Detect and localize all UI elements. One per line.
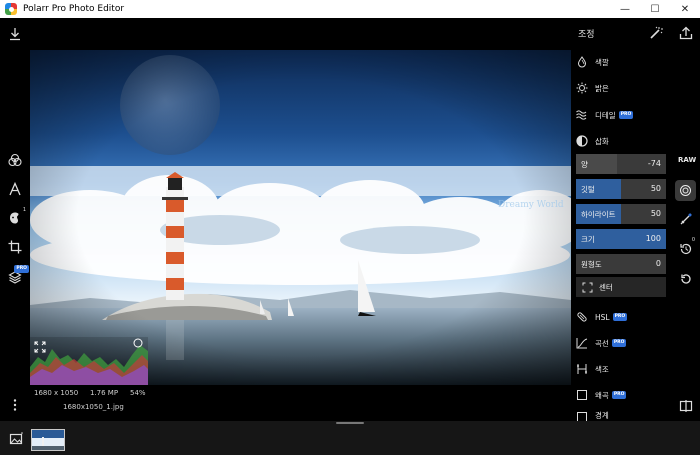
watermark-text: Dreamy World [498,200,564,210]
section-toning-label: 색조 [595,364,609,374]
slider-roundness-value: 0 [655,259,661,268]
section-light[interactable]: 밝은 [575,79,667,97]
center-button-label: 센터 [599,282,613,292]
history-badge: 0 [691,237,695,243]
app-logo-icon [5,3,17,15]
filmstrip [0,421,700,455]
image-dimensions: 1680 x 1050 [34,389,79,397]
slider-size-value: 100 [645,234,661,243]
mask-button[interactable] [675,180,696,201]
section-distortion-label: 왜곡 [595,390,609,400]
vignette-icon [575,134,589,148]
photo-canvas[interactable]: Dreamy World [30,50,571,385]
slider-size[interactable]: 크기 100 [576,229,666,249]
title-bar: Polarr Pro Photo Editor — ☐ ✕ [0,0,700,18]
maximize-button[interactable]: ☐ [640,0,670,18]
slider-feather-label: 깃털 [581,185,595,194]
distortion-pro-badge: PRO [611,391,627,399]
thumbnail-image [32,430,64,450]
filters-icon[interactable] [7,152,23,168]
hsl-pro-badge: PRO [612,313,628,321]
gallery-icon[interactable] [9,432,23,446]
section-partial[interactable]: 경계 [575,410,667,421]
sun-icon [575,81,589,95]
slider-highlights-value: 50 [650,209,661,218]
pill-icon [575,310,589,324]
section-light-label: 밝은 [595,83,609,93]
slider-highlights-label: 하이라이트 [581,210,616,219]
center-button[interactable]: 센터 [576,277,666,297]
slider-highlights[interactable]: 하이라이트 50 [576,204,666,224]
section-color-label: 색깔 [595,57,609,67]
raw-label[interactable]: RAW [678,156,696,164]
section-vignette-label: 삽화 [595,136,609,146]
droplet-icon [575,55,589,69]
center-icon [582,282,593,292]
slider-feather-value: 50 [650,184,661,193]
window-title: Polarr Pro Photo Editor [23,4,125,14]
layers-icon[interactable]: PRO [7,265,29,285]
section-hsl[interactable]: HSL PRO [575,308,667,326]
download-icon[interactable] [7,26,23,42]
waves-icon [575,108,589,122]
section-distortion[interactable]: 왜곡 PRO [575,386,667,404]
distortion-icon [575,388,589,402]
section-curves[interactable]: 곡선 PRO [575,334,667,352]
crop-icon[interactable] [7,239,23,255]
slider-amount-value: -74 [647,159,661,168]
detail-pro-badge: PRO [618,111,634,119]
slider-roundness[interactable]: 원형도 0 [576,254,666,274]
photo-image [30,50,571,385]
section-detail[interactable]: 디테일 PRO [575,106,667,124]
file-name: 1680x1050_1.jpg [63,403,124,411]
close-button[interactable]: ✕ [670,0,700,18]
toning-icon [575,362,589,376]
auto-enhance-icon[interactable] [649,26,663,40]
curve-icon [575,336,589,350]
partial-icon [575,410,589,421]
photo-thumbnail[interactable] [31,429,65,451]
histogram[interactable] [30,337,148,385]
image-megapixels: 1.76 MP [90,389,119,397]
left-toolbar: 1 PRO [0,18,30,421]
section-hsl-label: HSL [595,312,610,322]
history-icon[interactable]: 0 [677,237,695,257]
filmstrip-handle[interactable] [336,422,364,424]
slider-roundness-label: 원형도 [581,260,602,269]
curves-pro-badge: PRO [611,339,627,347]
zoom-level: 54% [130,389,146,397]
section-color[interactable]: 색깔 [575,53,667,71]
target-icon [680,185,691,196]
expand-icon[interactable] [34,341,46,353]
more-icon[interactable] [7,397,23,413]
slider-amount[interactable]: 양 -74 [576,154,666,174]
slider-size-label: 크기 [581,235,595,244]
section-toning[interactable]: 색조 [575,360,667,378]
share-icon[interactable] [677,24,694,41]
face-badge: 1 [22,207,26,213]
section-detail-label: 디테일 [595,110,616,120]
face-icon[interactable]: 1 [7,207,26,226]
compare-icon[interactable] [677,397,694,414]
section-vignette[interactable]: 삽화 [575,132,667,150]
text-icon[interactable] [7,181,23,197]
section-curves-label: 곡선 [595,338,609,348]
adjustments-panel: 조정 색깔 밝은 디테일 PRO 삽화 양 -74 깃털 50 하이라이트 50… [571,18,671,421]
right-toolbar: RAW 0 [671,18,700,421]
section-partial-label: 경계 [595,411,609,420]
panel-title: 조정 [578,30,595,40]
layers-pro-badge: PRO [14,265,29,273]
minimize-button[interactable]: — [610,0,640,18]
slider-amount-label: 양 [581,160,588,169]
brush-icon[interactable] [677,210,694,227]
histogram-graph [30,338,148,385]
undo-icon[interactable] [677,270,694,287]
slider-feather[interactable]: 깃털 50 [576,179,666,199]
